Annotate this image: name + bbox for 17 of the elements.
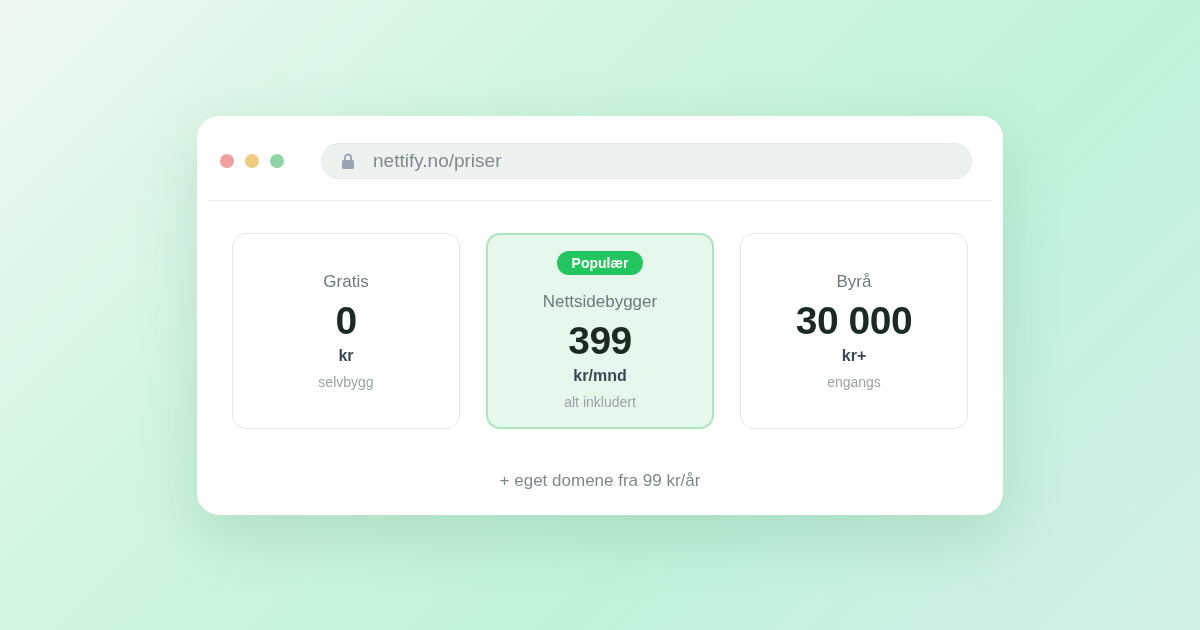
url-text: nettify.no/priser (373, 148, 502, 173)
price-unit: kr+ (841, 345, 867, 366)
address-bar[interactable]: nettify.no/priser (321, 142, 972, 179)
footer-note: + eget domene fra 99 kr/år (499, 469, 701, 492)
plan-price: 399 (568, 318, 632, 363)
plan-price: 0 (335, 298, 357, 343)
plan-name: Byrå (836, 270, 872, 293)
plan-name: Nettsidebygger (542, 290, 658, 313)
plan-note: engangs (827, 372, 881, 391)
price-unit: kr (338, 345, 354, 366)
plan-note: alt inkludert (564, 392, 636, 411)
plan-price: 30 000 (795, 298, 913, 343)
plan-note: selvbygg (318, 372, 374, 391)
plan-name: Gratis (323, 270, 369, 293)
price-unit: kr/mnd (573, 365, 627, 386)
lock-icon (342, 152, 354, 169)
popular-badge: Populær (556, 250, 644, 275)
